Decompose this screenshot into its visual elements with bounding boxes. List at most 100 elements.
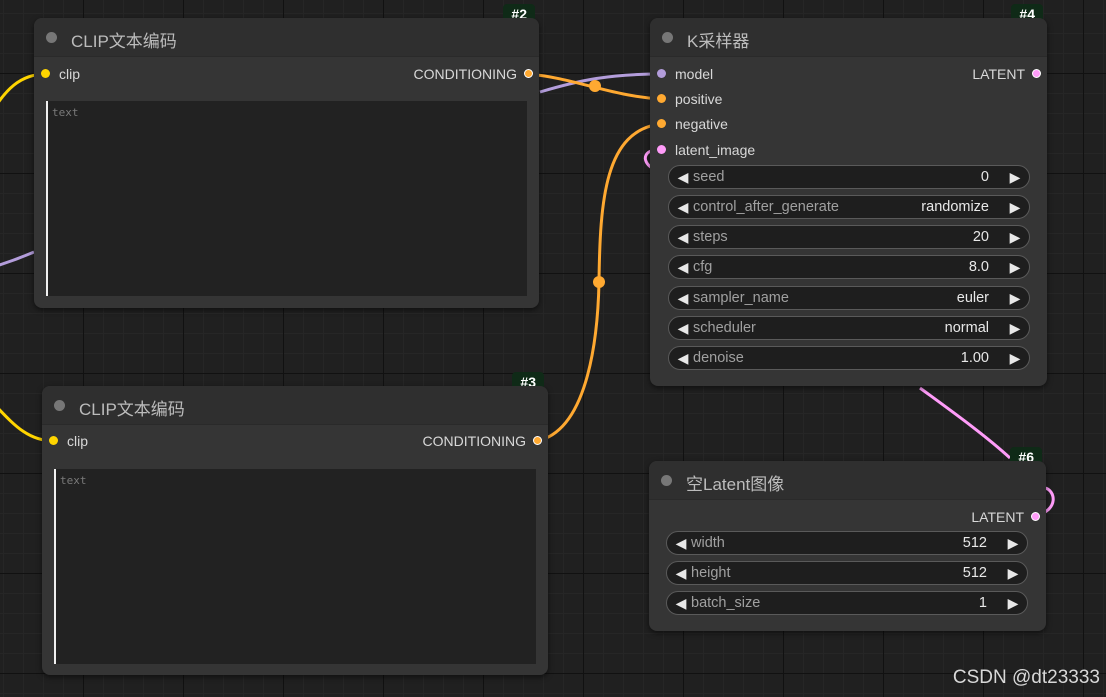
decrement-arrow-icon[interactable]: ◀ bbox=[673, 256, 693, 278]
input-slot-clip[interactable]: clip bbox=[42, 432, 88, 450]
empty-latent-image-node-6[interactable]: #6 空Latent图像 LATENT ◀ width 512 ▶ ◀ heig… bbox=[649, 447, 1046, 631]
widget-batch-size[interactable]: ◀ batch_size 1 ▶ bbox=[666, 591, 1028, 615]
increment-arrow-icon[interactable]: ▶ bbox=[1005, 287, 1025, 309]
collapse-dot-icon[interactable] bbox=[46, 32, 57, 43]
widget-label: cfg bbox=[693, 259, 713, 275]
node-header[interactable]: CLIP文本编码 bbox=[34, 18, 539, 57]
input-slot-latent-image[interactable]: latent_image bbox=[650, 141, 755, 159]
decrement-arrow-icon[interactable]: ◀ bbox=[673, 196, 693, 218]
increment-arrow-icon[interactable]: ▶ bbox=[1005, 347, 1025, 369]
widget-value[interactable]: 1 bbox=[979, 592, 987, 614]
increment-arrow-icon[interactable]: ▶ bbox=[1003, 532, 1023, 554]
widget-seed[interactable]: ◀ seed 0 ▶ bbox=[668, 165, 1030, 189]
slot-label: negative bbox=[675, 116, 728, 132]
watermark: CSDN @dt23333 bbox=[952, 667, 1100, 688]
clip-text-encode-node-2[interactable]: #2 CLIP文本编码 clip CONDITIONING text bbox=[34, 4, 539, 308]
decrement-arrow-icon[interactable]: ◀ bbox=[673, 317, 693, 339]
widget-value[interactable]: randomize bbox=[921, 196, 989, 218]
collapse-dot-icon[interactable] bbox=[662, 32, 673, 43]
widget-value[interactable]: normal bbox=[945, 317, 989, 339]
slot-label: clip bbox=[67, 433, 89, 449]
ksampler-node-4[interactable]: #4 K采样器 model positive negative latent_i… bbox=[650, 4, 1047, 386]
decrement-arrow-icon[interactable]: ◀ bbox=[673, 287, 693, 309]
output-slot-conditioning[interactable]: CONDITIONING bbox=[414, 65, 539, 83]
decrement-arrow-icon[interactable]: ◀ bbox=[673, 226, 693, 248]
input-slot-negative[interactable]: negative bbox=[650, 115, 728, 133]
widget-value[interactable]: 1.00 bbox=[961, 347, 989, 369]
widget-label: control_after_generate bbox=[693, 199, 839, 215]
slot-label: LATENT bbox=[972, 66, 1025, 82]
widget-label: steps bbox=[693, 229, 728, 245]
output-slot-latent[interactable]: LATENT bbox=[972, 65, 1047, 83]
widget-label: denoise bbox=[693, 350, 744, 366]
graph-canvas[interactable]: #2 CLIP文本编码 clip CONDITIONING text #3 CL… bbox=[0, 0, 1106, 697]
increment-arrow-icon[interactable]: ▶ bbox=[1005, 196, 1025, 218]
decrement-arrow-icon[interactable]: ◀ bbox=[671, 592, 691, 614]
widget-value[interactable]: euler bbox=[957, 287, 989, 309]
node-header[interactable]: 空Latent图像 bbox=[649, 461, 1046, 500]
port-dot-icon[interactable] bbox=[533, 436, 542, 445]
link-model-right bbox=[539, 72, 662, 94]
decrement-arrow-icon[interactable]: ◀ bbox=[673, 347, 693, 369]
widget-value[interactable]: 512 bbox=[963, 532, 987, 554]
output-slot-conditioning[interactable]: CONDITIONING bbox=[423, 432, 548, 450]
link-negative-midpoint bbox=[593, 276, 605, 288]
port-dot-icon[interactable] bbox=[49, 436, 58, 445]
prompt-textarea[interactable]: text bbox=[54, 469, 536, 664]
port-dot-icon[interactable] bbox=[657, 69, 666, 78]
widget-height[interactable]: ◀ height 512 ▶ bbox=[666, 561, 1028, 585]
link-model bbox=[0, 250, 35, 267]
increment-arrow-icon[interactable]: ▶ bbox=[1005, 166, 1025, 188]
decrement-arrow-icon[interactable]: ◀ bbox=[671, 532, 691, 554]
widget-label: scheduler bbox=[693, 320, 756, 336]
link-positive bbox=[527, 72, 662, 101]
widget-scheduler[interactable]: ◀ scheduler normal ▶ bbox=[668, 316, 1030, 340]
decrement-arrow-icon[interactable]: ◀ bbox=[673, 166, 693, 188]
node-header[interactable]: CLIP文本编码 bbox=[42, 386, 548, 425]
clip-text-encode-node-3[interactable]: #3 CLIP文本编码 clip CONDITIONING text bbox=[42, 372, 548, 675]
widget-cfg[interactable]: ◀ cfg 8.0 ▶ bbox=[668, 255, 1030, 279]
widget-sampler-name[interactable]: ◀ sampler_name euler ▶ bbox=[668, 286, 1030, 310]
port-dot-icon[interactable] bbox=[1031, 512, 1040, 521]
node-title: CLIP文本编码 bbox=[71, 32, 177, 51]
port-dot-icon[interactable] bbox=[524, 69, 533, 78]
prompt-textarea[interactable]: text bbox=[46, 101, 527, 296]
widget-label: sampler_name bbox=[693, 290, 789, 306]
collapse-dot-icon[interactable] bbox=[54, 400, 65, 411]
port-dot-icon[interactable] bbox=[657, 119, 666, 128]
widget-label: width bbox=[691, 535, 725, 551]
widget-value[interactable]: 512 bbox=[963, 562, 987, 584]
port-dot-icon[interactable] bbox=[657, 94, 666, 103]
slot-label: latent_image bbox=[675, 142, 756, 158]
port-dot-icon[interactable] bbox=[1032, 69, 1041, 78]
slot-label: clip bbox=[59, 66, 81, 82]
widget-value[interactable]: 0 bbox=[981, 166, 989, 188]
increment-arrow-icon[interactable]: ▶ bbox=[1003, 562, 1023, 584]
widget-control-after-generate[interactable]: ◀ control_after_generate randomize ▶ bbox=[668, 195, 1030, 219]
increment-arrow-icon[interactable]: ▶ bbox=[1005, 317, 1025, 339]
slot-label: CONDITIONING bbox=[413, 66, 517, 82]
widget-denoise[interactable]: ◀ denoise 1.00 ▶ bbox=[668, 346, 1030, 370]
link-negative bbox=[536, 122, 662, 443]
output-slot-latent[interactable]: LATENT bbox=[971, 508, 1046, 526]
node-header[interactable]: K采样器 bbox=[650, 18, 1047, 57]
node-title: K采样器 bbox=[687, 32, 750, 51]
decrement-arrow-icon[interactable]: ◀ bbox=[671, 562, 691, 584]
collapse-dot-icon[interactable] bbox=[661, 475, 672, 486]
slot-label: LATENT bbox=[971, 509, 1024, 525]
node-title: CLIP文本编码 bbox=[79, 400, 185, 419]
port-dot-icon[interactable] bbox=[41, 69, 50, 78]
increment-arrow-icon[interactable]: ▶ bbox=[1005, 226, 1025, 248]
increment-arrow-icon[interactable]: ▶ bbox=[1003, 592, 1023, 614]
widget-width[interactable]: ◀ width 512 ▶ bbox=[666, 531, 1028, 555]
widget-label: seed bbox=[693, 169, 725, 185]
input-slot-positive[interactable]: positive bbox=[650, 90, 722, 108]
widget-value[interactable]: 20 bbox=[973, 226, 989, 248]
port-dot-icon[interactable] bbox=[657, 145, 666, 154]
increment-arrow-icon[interactable]: ▶ bbox=[1005, 256, 1025, 278]
widget-value[interactable]: 8.0 bbox=[969, 256, 989, 278]
node-title: 空Latent图像 bbox=[686, 475, 785, 494]
input-slot-clip[interactable]: clip bbox=[34, 65, 80, 83]
input-slot-model[interactable]: model bbox=[650, 65, 713, 83]
widget-steps[interactable]: ◀ steps 20 ▶ bbox=[668, 225, 1030, 249]
